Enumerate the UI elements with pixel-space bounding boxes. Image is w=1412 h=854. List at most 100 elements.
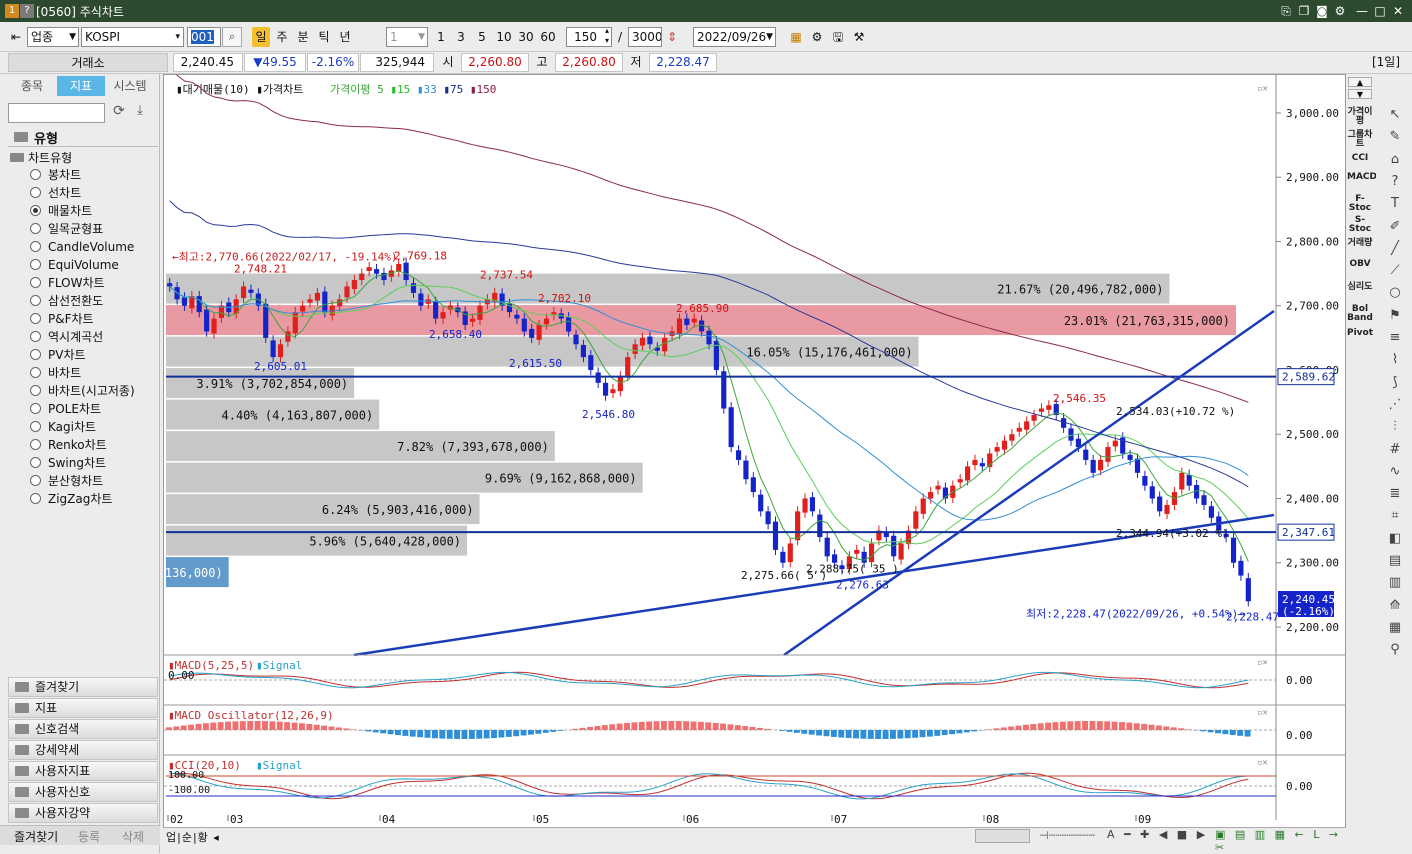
magnet-icon[interactable]: ⚲ — [1386, 641, 1404, 659]
chart-type-option[interactable]: Swing차트 — [30, 454, 106, 472]
refresh-icon[interactable]: ⟳ — [110, 103, 128, 123]
tick-btn-1[interactable]: 1 — [432, 27, 450, 47]
indicator-shortcut[interactable]: F-Stoc — [1347, 195, 1373, 213]
channel-icon[interactable]: ≡ — [1386, 329, 1404, 347]
sidebar-panel[interactable]: 사용자강약 — [8, 803, 158, 823]
help-icon[interactable]: ? — [20, 4, 34, 18]
radio-icon[interactable] — [30, 493, 41, 504]
eraser-icon[interactable]: ✎ — [1386, 128, 1404, 146]
close-icon[interactable]: ✕ — [1390, 3, 1406, 19]
period-tick[interactable]: 년 — [336, 27, 354, 47]
indicator-shortcut[interactable]: OBV — [1347, 260, 1373, 269]
indicator-shortcut[interactable]: CCI — [1347, 154, 1373, 163]
data-count-field[interactable]: 150▴▾ — [566, 27, 612, 47]
horizontal-scrollbar[interactable] — [975, 829, 1030, 843]
chart-type-option[interactable]: 삼선전환도 — [30, 292, 103, 310]
chart-type-option[interactable]: ZigZag차트 — [30, 490, 112, 508]
tick-btn-30[interactable]: 30 — [516, 27, 536, 47]
sidebar-panel[interactable]: 지표 — [8, 698, 158, 718]
pen-icon[interactable]: ✐ — [1386, 218, 1404, 236]
chart-pane-close-icon[interactable]: ▫✕ — [1257, 84, 1268, 94]
radio-icon[interactable] — [30, 331, 41, 342]
chart-type-option[interactable]: 봉차트 — [30, 166, 81, 184]
chart-type-option[interactable]: 역시계곡선 — [30, 328, 103, 346]
bottom-tool-icons[interactable]: A ━ ✚ ◀ ■ ▶ — [1107, 828, 1208, 841]
stamp-icon[interactable]: ⌂ — [1386, 151, 1404, 169]
restore-icon[interactable]: ❐ — [1296, 3, 1312, 19]
tick-btn-60[interactable]: 60 — [538, 27, 558, 47]
radio-icon[interactable] — [30, 421, 41, 432]
indicator-shortcut[interactable]: 가격이평 — [1347, 108, 1373, 126]
sidebar-panel[interactable]: 신호검색 — [8, 719, 158, 739]
market-select[interactable]: 업종▼ — [27, 27, 79, 47]
chart-type-option[interactable]: 바차트 — [30, 364, 81, 382]
chart-type-option[interactable]: Renko차트 — [30, 436, 107, 454]
tools-icon[interactable]: ⚒ — [850, 27, 868, 47]
page-icon[interactable]: ▥ — [1386, 574, 1404, 592]
minimize-icon[interactable]: — — [1354, 3, 1370, 19]
radio-icon[interactable] — [30, 457, 41, 468]
help-icon[interactable]: ? — [1386, 173, 1404, 191]
indicator-search-input[interactable] — [8, 103, 105, 123]
gann-icon[interactable]: ⟆ — [1386, 374, 1404, 392]
view-tool-icons[interactable]: ▣ ▤ ▥ ▦ ← L → ✂ — [1215, 828, 1346, 854]
search-icon[interactable]: ⌕ — [222, 27, 242, 47]
link-icon[interactable]: ⎘ — [1278, 3, 1294, 19]
bottom-period-tabs[interactable]: 업|순|황 ◂ — [166, 829, 220, 845]
download-icon[interactable]: ⤓ — [131, 103, 149, 123]
print-icon[interactable]: ▦ — [1386, 619, 1404, 637]
radio-icon[interactable] — [30, 295, 41, 306]
radio-icon[interactable] — [30, 403, 41, 414]
grid-icon[interactable]: ⫶ — [1386, 418, 1404, 436]
period-month[interactable]: 분 — [294, 27, 312, 47]
period-week[interactable]: 주 — [273, 27, 291, 47]
sidebar-panel[interactable]: 강세약세 — [8, 740, 158, 760]
chart-config-icon[interactable]: ▦ — [787, 27, 805, 47]
radio-icon[interactable] — [30, 385, 41, 396]
tab-stock[interactable]: 종목 — [8, 76, 56, 96]
text-icon[interactable]: T — [1386, 195, 1404, 213]
sidebar-panel[interactable]: 사용자지표 — [8, 761, 158, 781]
circle-icon[interactable]: ○ — [1386, 284, 1404, 302]
date-field[interactable]: 2022/09/26▼ — [693, 27, 776, 47]
indicator-shortcut[interactable]: Bol Band — [1347, 305, 1373, 323]
line-icon[interactable]: ╱ — [1386, 240, 1404, 258]
chart-type-option[interactable]: CandleVolume — [30, 238, 134, 256]
chart-type-option[interactable]: 분산형차트 — [30, 472, 103, 490]
tab-favorites[interactable]: 즐겨찾기 — [14, 828, 58, 845]
setup-gear-icon[interactable]: ⚙ — [808, 27, 826, 47]
indicator-shortcut[interactable]: S-Stoc — [1347, 216, 1373, 234]
tab-system[interactable]: 시스템 — [106, 76, 154, 96]
chart-canvas[interactable]: ▮대기매물(10) ▮가격차트가격이평 5 ▮15 ▮33 ▮75 ▮1503,… — [164, 75, 1347, 827]
radio-icon[interactable] — [30, 169, 41, 180]
trend-icon[interactable]: ⋰ — [1386, 396, 1404, 414]
wave-icon[interactable]: ∿ — [1386, 463, 1404, 481]
period-count-select[interactable]: 1▼ — [386, 27, 428, 47]
prev-symbol-icon[interactable]: ⇤ — [6, 27, 26, 47]
radio-icon[interactable] — [30, 223, 41, 234]
sidebar-panel[interactable]: 즐겨찾기 — [8, 677, 158, 697]
chart-type-option[interactable]: EquiVolume — [30, 256, 119, 274]
tick-btn-3[interactable]: 3 — [452, 27, 470, 47]
scroll-down-top-icon[interactable]: ▼ — [1348, 89, 1372, 99]
chart-type-option[interactable]: POLE차트 — [30, 400, 101, 418]
chart-type-option[interactable]: Kagi차트 — [30, 418, 96, 436]
fibo-icon[interactable]: ⌇ — [1386, 351, 1404, 369]
save-icon[interactable]: 🖫 — [829, 27, 847, 47]
radio-icon[interactable] — [30, 277, 41, 288]
cursor-icon[interactable]: ↖ — [1386, 106, 1404, 124]
radio-icon[interactable] — [30, 439, 41, 450]
radio-icon[interactable] — [30, 241, 41, 252]
symbol-field[interactable]: KOSPI▾ — [81, 27, 184, 47]
period-day[interactable]: 일 — [252, 27, 270, 47]
scroll-up-top-icon[interactable]: ▲ — [1348, 77, 1372, 87]
zoom-slider[interactable]: ⊣┄┄┄┄┄┄┄ — [1039, 829, 1095, 842]
chart-type-option[interactable]: 바차트(시고저종) — [30, 382, 135, 400]
settings-gear-icon[interactable]: ⚙ — [1332, 3, 1348, 19]
cci-pane-close-icon[interactable]: ▫✕ — [1257, 758, 1268, 768]
tick-btn-5[interactable]: 5 — [472, 27, 492, 47]
radio-icon[interactable] — [30, 475, 41, 486]
chart-type-option[interactable]: P&F차트 — [30, 310, 94, 328]
radio-icon[interactable] — [30, 367, 41, 378]
screenshot-icon[interactable]: ◙ — [1314, 3, 1330, 19]
